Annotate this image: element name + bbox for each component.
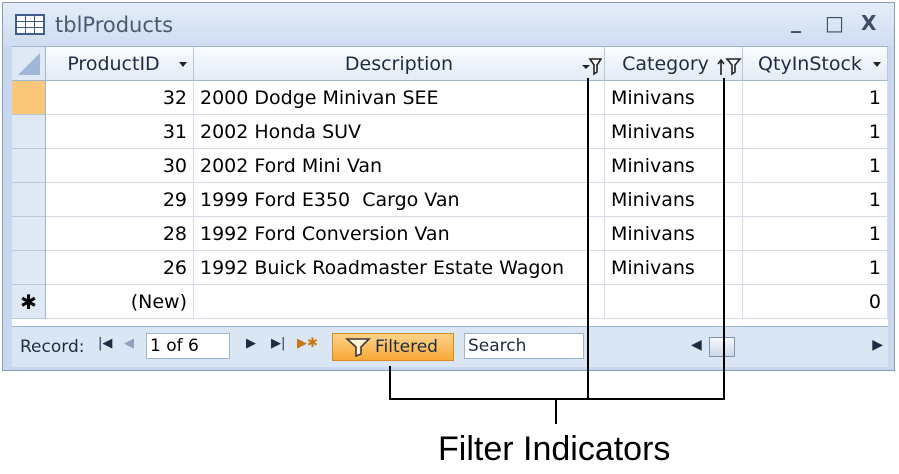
table-row[interactable]: 32 2000 Dodge Minivan SEE Minivans 1 [12, 81, 888, 115]
callout-line [723, 78, 725, 400]
cell-productid[interactable]: 26 [46, 251, 194, 285]
last-record-icon[interactable]: ▶| [271, 336, 285, 351]
column-header-description[interactable]: Description [194, 47, 605, 81]
record-navigation-bar: Record: |◀ ◀ 1 of 6 ▶ ▶| ▶✱ Filtered Sea… [12, 326, 888, 367]
scroll-left-icon[interactable]: ◀ [691, 337, 702, 353]
cell-qtyinstock[interactable]: 1 [743, 115, 888, 149]
table-icon [15, 14, 45, 35]
cell-productid[interactable]: (New) [46, 285, 194, 319]
next-record-icon[interactable]: ▶ [246, 336, 256, 351]
new-record-marker-icon: ✱ [12, 285, 46, 319]
callout-line [587, 78, 589, 400]
horizontal-scrollbar[interactable]: ◀ ▶ [689, 336, 885, 358]
table-row[interactable]: 26 1992 Buick Roadmaster Estate Wagon Mi… [12, 251, 888, 285]
cell-description[interactable]: 2002 Ford Mini Van [194, 149, 605, 183]
dropdown-arrow-icon[interactable] [873, 62, 881, 67]
record-selector[interactable] [12, 183, 46, 217]
callout-line [555, 398, 557, 424]
new-record-row[interactable]: ✱ (New) 0 [12, 285, 888, 319]
cell-qtyinstock[interactable]: 0 [743, 285, 888, 319]
scroll-right-icon[interactable]: ▶ [872, 337, 883, 353]
record-label: Record: [20, 337, 85, 357]
cell-description[interactable]: 1999 Ford E350 Cargo Van [194, 183, 605, 217]
cell-productid[interactable]: 29 [46, 183, 194, 217]
cell-qtyinstock[interactable]: 1 [743, 251, 888, 285]
cell-description[interactable]: 2000 Dodge Minivan SEE [194, 81, 605, 115]
cell-description[interactable] [194, 285, 605, 319]
cell-description[interactable]: 1992 Ford Conversion Van [194, 217, 605, 251]
cell-productid[interactable]: 31 [46, 115, 194, 149]
filtered-toggle-button[interactable]: Filtered [332, 333, 454, 361]
callout-line [389, 366, 391, 400]
cell-description[interactable]: 2002 Honda SUV [194, 115, 605, 149]
cell-productid[interactable]: 28 [46, 217, 194, 251]
column-header-label: ProductID [67, 53, 160, 75]
scroll-thumb[interactable] [709, 337, 735, 357]
callout-label: Filter Indicators [438, 430, 671, 468]
filtered-label: Filtered [375, 337, 438, 357]
previous-record-icon[interactable]: ◀ [124, 336, 134, 351]
dropdown-arrow-icon[interactable] [179, 62, 187, 67]
column-header-qtyinstock[interactable]: QtyInStock [743, 47, 888, 81]
cell-productid[interactable]: 30 [46, 149, 194, 183]
filter-icon [344, 337, 371, 365]
record-selector[interactable] [12, 149, 46, 183]
column-header-productid[interactable]: ProductID [46, 47, 194, 81]
cell-qtyinstock[interactable]: 1 [743, 217, 888, 251]
cell-qtyinstock[interactable]: 1 [743, 183, 888, 217]
record-selector[interactable] [12, 217, 46, 251]
cell-description[interactable]: 1992 Buick Roadmaster Estate Wagon [194, 251, 605, 285]
maximize-button[interactable]: □ [825, 11, 844, 35]
cell-qtyinstock[interactable]: 1 [743, 149, 888, 183]
table-row[interactable]: 31 2002 Honda SUV Minivans 1 [12, 115, 888, 149]
datasheet-window: tblProducts _ □ X ProductID Description … [2, 2, 895, 371]
cell-productid[interactable]: 32 [46, 81, 194, 115]
callout-line [389, 398, 725, 400]
column-header-label: Description [344, 53, 454, 75]
table-row[interactable]: 28 1992 Ford Conversion Van Minivans 1 [12, 217, 888, 251]
window-title: tblProducts [55, 13, 174, 37]
search-box[interactable]: Search [464, 333, 584, 359]
current-record-field[interactable]: 1 of 6 [146, 333, 230, 359]
record-selector[interactable] [12, 81, 46, 115]
new-record-icon[interactable]: ▶✱ [297, 336, 318, 351]
minimize-button[interactable]: _ [791, 9, 801, 33]
datasheet-grid: ProductID Description Category QtyInStoc… [12, 46, 888, 327]
column-header-label: QtyInStock [758, 53, 862, 75]
record-selector[interactable] [12, 115, 46, 149]
title-bar: tblProducts _ □ X [3, 3, 894, 46]
close-button[interactable]: X [861, 11, 876, 35]
cell-qtyinstock[interactable]: 1 [743, 81, 888, 115]
first-record-icon[interactable]: |◀ [98, 336, 112, 351]
column-header-category[interactable]: Category [605, 47, 743, 81]
record-selector[interactable] [12, 251, 46, 285]
table-row[interactable]: 29 1999 Ford E350 Cargo Van Minivans 1 [12, 183, 888, 217]
table-row[interactable]: 30 2002 Ford Mini Van Minivans 1 [12, 149, 888, 183]
